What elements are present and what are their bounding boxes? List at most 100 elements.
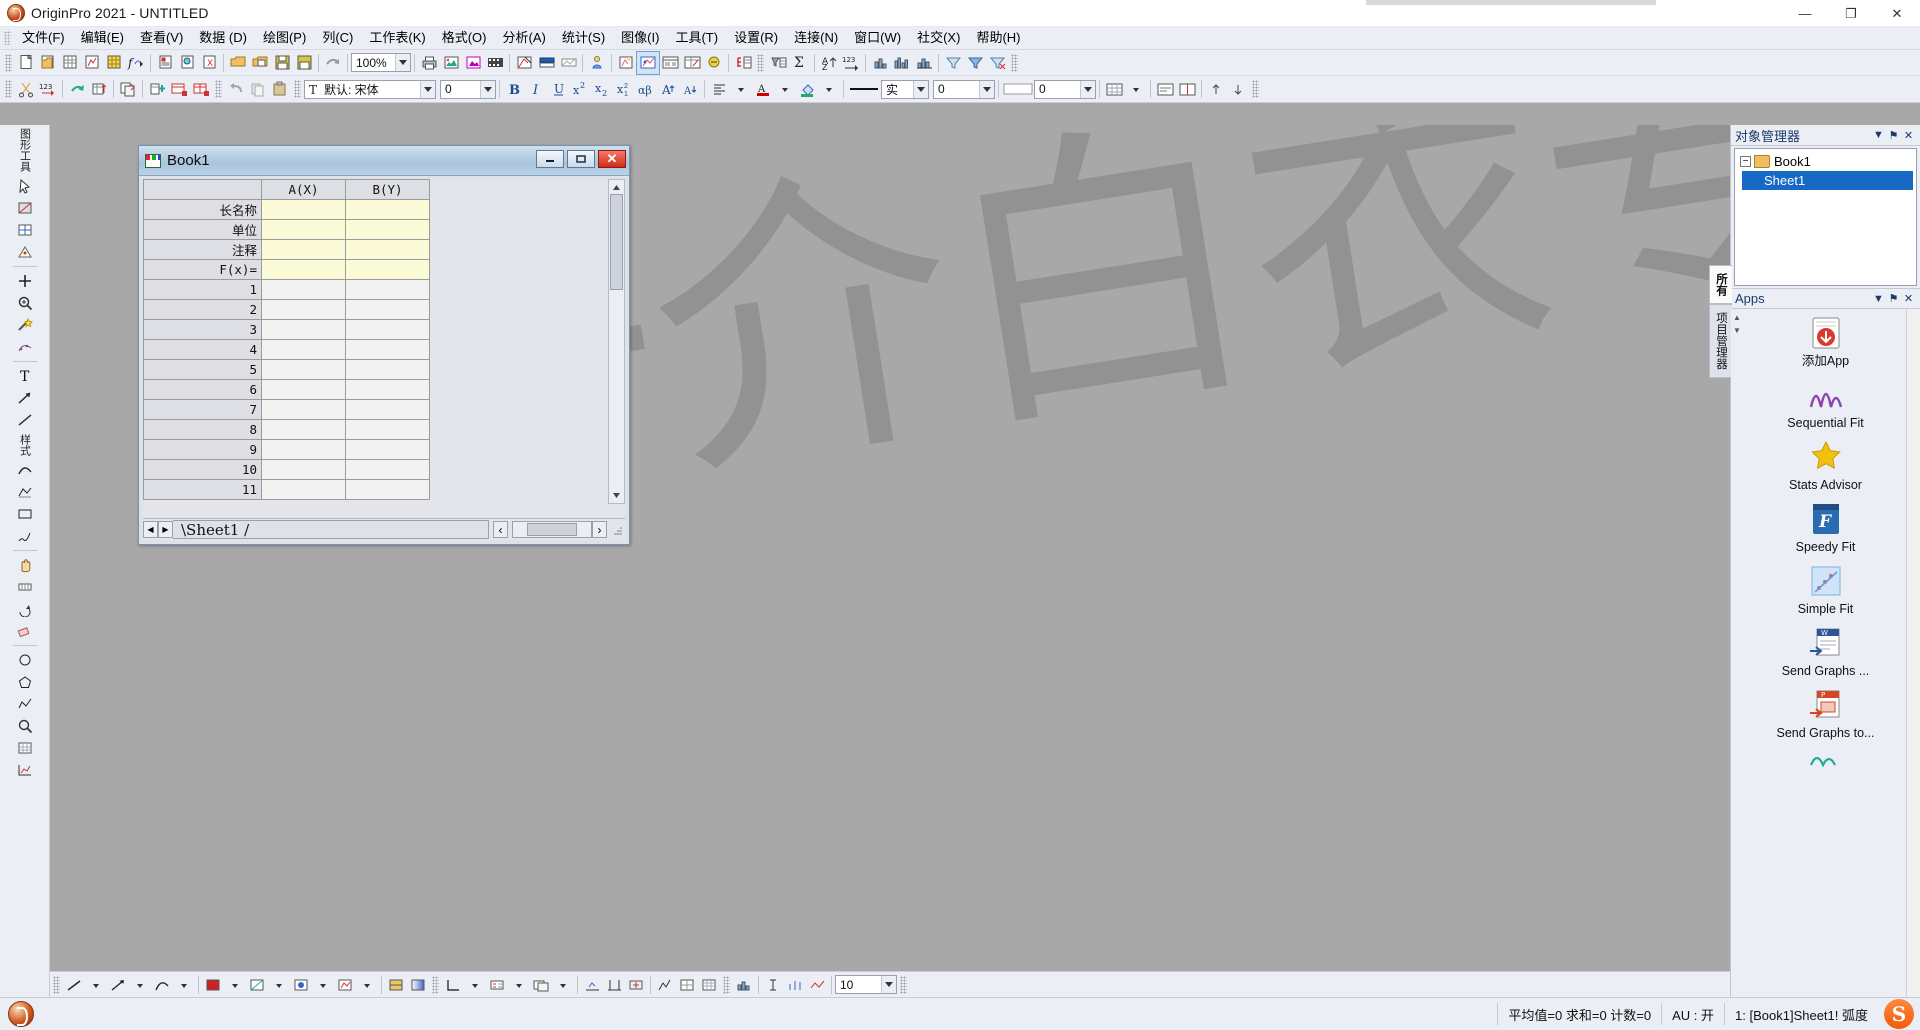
cell-b-10[interactable] (345, 459, 430, 480)
maximize-button[interactable]: ❐ (1828, 0, 1874, 27)
sort-numeric-icon[interactable]: 123 (840, 52, 862, 74)
row-header-8[interactable]: 8 (143, 419, 262, 440)
minimize-button[interactable]: — (1782, 0, 1828, 27)
rectangle-tool-icon[interactable] (14, 503, 36, 525)
point-style-icon[interactable] (334, 974, 356, 996)
format-grip-1[interactable] (5, 80, 12, 98)
row-header-7[interactable]: 7 (143, 399, 262, 420)
tab-prev-button[interactable]: ◀ (143, 521, 158, 538)
menu-help[interactable]: 帮助(H) (968, 27, 1028, 49)
expand-toggle-icon[interactable]: − (1740, 156, 1751, 167)
scroll-up-button[interactable] (609, 180, 624, 195)
color-map-icon[interactable] (385, 974, 407, 996)
regional-mask-icon[interactable] (14, 197, 36, 219)
fill-color-icon[interactable] (202, 974, 224, 996)
format-grip-3[interactable] (294, 80, 301, 98)
chevron-down-icon[interactable] (395, 54, 410, 71)
menu-column[interactable]: 列(C) (314, 27, 361, 49)
cell-a-7[interactable] (261, 399, 346, 420)
layer-contents-icon[interactable] (535, 52, 557, 74)
cell-a-10[interactable] (261, 459, 346, 480)
scale-in-icon[interactable] (581, 974, 603, 996)
cut-icon[interactable] (15, 78, 37, 100)
screen-reader-icon[interactable] (14, 219, 36, 241)
tree-item-book1[interactable]: − Book1 (1738, 152, 1913, 171)
grid-dropdown-icon[interactable] (1125, 78, 1147, 100)
row-header-long-name[interactable]: 长名称 (143, 199, 262, 220)
app-item-partial[interactable] (1731, 743, 1920, 769)
resize-grip-icon[interactable] (610, 521, 625, 538)
apps-scrollbar[interactable] (1906, 309, 1920, 997)
cell-b-7[interactable] (345, 399, 430, 420)
app-item-stats-advisor[interactable]: Stats Advisor (1731, 433, 1920, 495)
worksheet-table[interactable]: A(X) B(Y) 长名称 单位 注释 F(x)= 1 2 3 4 5 6 7 … (143, 179, 430, 500)
cell-a-11[interactable] (261, 479, 346, 500)
chevron-down-icon[interactable]: ▼ (1871, 128, 1886, 143)
line-width-bottom-combo[interactable]: 10 (835, 975, 897, 994)
scale-out-icon[interactable] (603, 974, 625, 996)
refresh-icon[interactable] (322, 52, 344, 74)
connect-line-icon[interactable] (806, 974, 828, 996)
plot-setup-icon[interactable] (513, 52, 535, 74)
tab-next-button[interactable]: ▶ (158, 521, 173, 538)
row-header-1[interactable]: 1 (143, 279, 262, 300)
crosshair-icon[interactable] (14, 270, 36, 292)
wrap-text-icon[interactable] (1154, 78, 1176, 100)
chevron-down-icon[interactable] (420, 80, 435, 98)
apps-scroll-up-icon[interactable]: ▲ (1733, 313, 1745, 322)
legend-dropdown-icon[interactable] (508, 974, 530, 996)
data-reader-icon[interactable] (14, 241, 36, 263)
grid-layout-icon[interactable] (676, 974, 698, 996)
cell-b-11[interactable] (345, 479, 430, 500)
table-row[interactable]: 单位 (143, 219, 430, 240)
line-width-combo[interactable]: 0 (933, 79, 995, 99)
new-matrix-icon[interactable] (103, 52, 125, 74)
movie-icon[interactable] (484, 52, 506, 74)
row-header-3[interactable]: 3 (143, 319, 262, 340)
align-left-icon[interactable] (708, 78, 730, 100)
draw-data-icon[interactable] (14, 336, 36, 358)
object-manager-tree[interactable]: − Book1 Sheet1 (1734, 148, 1917, 286)
magnify-tool-icon[interactable] (14, 715, 36, 737)
close-button[interactable]: ✕ (1874, 0, 1920, 27)
pattern-preview[interactable] (1002, 78, 1034, 100)
ime-indicator-icon[interactable]: S (1884, 999, 1914, 1029)
close-icon[interactable]: ✕ (1901, 128, 1916, 143)
cell-a-comments[interactable] (261, 239, 346, 260)
cell-a-1[interactable] (261, 279, 346, 300)
hscroll-left-button[interactable]: ‹ (493, 521, 508, 538)
open-folder-icon[interactable] (227, 52, 249, 74)
superscript-button[interactable]: x2 (569, 78, 591, 100)
polygon-tool-icon[interactable] (14, 671, 36, 693)
cell-b-1[interactable] (345, 279, 430, 300)
row-header-2[interactable]: 2 (143, 299, 262, 320)
subscript-button[interactable]: x2 (591, 78, 613, 100)
app-item-send-graphs-ppt[interactable]: P Send Graphs to... (1731, 681, 1920, 743)
row-header-5[interactable]: 5 (143, 359, 262, 380)
new-workbook-icon[interactable] (59, 52, 81, 74)
cell-a-long-name[interactable] (261, 199, 346, 220)
cell-a-6[interactable] (261, 379, 346, 400)
layer-dropdown-icon[interactable] (552, 974, 574, 996)
drawbar-grip-3[interactable] (723, 975, 730, 994)
menu-statistics[interactable]: 统计(S) (554, 27, 613, 49)
error-bar-icon[interactable] (762, 974, 784, 996)
workbook-close-button[interactable]: ✕ (598, 150, 626, 168)
eraser-icon[interactable] (14, 620, 36, 642)
set-as-x-icon[interactable] (168, 78, 190, 100)
row-header-11[interactable]: 11 (143, 479, 262, 500)
add-row-icon[interactable] (732, 52, 754, 74)
symbol-icon[interactable] (290, 974, 312, 996)
redo-icon[interactable] (247, 78, 269, 100)
chevron-down-icon[interactable] (881, 976, 896, 993)
row-header-fx[interactable]: F(x)= (143, 259, 262, 280)
worksheet-area[interactable]: A(X) B(Y) 长名称 单位 注释 F(x)= 1 2 3 4 5 6 7 … (143, 179, 625, 540)
cell-b-8[interactable] (345, 419, 430, 440)
scale-tool-icon[interactable] (14, 576, 36, 598)
menu-worksheet[interactable]: 工作表(K) (361, 27, 433, 49)
workbook-maximize-button[interactable] (567, 150, 595, 168)
toolbar-grip-standard[interactable] (5, 53, 12, 72)
cell-a-9[interactable] (261, 439, 346, 460)
move-up-icon[interactable] (1205, 78, 1227, 100)
arrow-dropdown-icon[interactable] (129, 974, 151, 996)
